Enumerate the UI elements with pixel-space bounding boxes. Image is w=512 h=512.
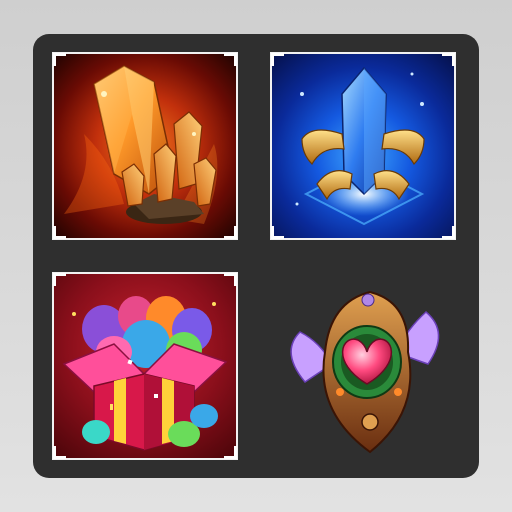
- item-frame: [52, 272, 238, 460]
- frame-corner: [53, 53, 66, 66]
- item-slot-amber-crystal[interactable]: [52, 52, 238, 240]
- frame-corner: [271, 226, 284, 239]
- frame-corner: [271, 53, 284, 66]
- frame-corner: [442, 53, 455, 66]
- frame-corner: [224, 226, 237, 239]
- gift-box-with-eggs-icon: [62, 296, 228, 451]
- frame-corner: [53, 446, 66, 459]
- frame-corner: [53, 226, 66, 239]
- item-slot-egg-gift-box[interactable]: [52, 272, 238, 460]
- frame-corner: [53, 273, 66, 286]
- frame-corner: [442, 226, 455, 239]
- frame-corner: [224, 446, 237, 459]
- item-frame: [52, 52, 238, 240]
- orange-crystal-cluster-icon: [64, 65, 218, 224]
- frame-corner: [224, 53, 237, 66]
- item-frame: [270, 52, 456, 240]
- winged-heart-amulet-icon: [290, 290, 440, 454]
- item-slot-sapphire-crystal[interactable]: [270, 52, 456, 240]
- item-slot-winged-heart-amulet[interactable]: [270, 272, 456, 460]
- blue-crystal-winged-pedestal-icon: [295, 66, 425, 226]
- frame-corner: [224, 273, 237, 286]
